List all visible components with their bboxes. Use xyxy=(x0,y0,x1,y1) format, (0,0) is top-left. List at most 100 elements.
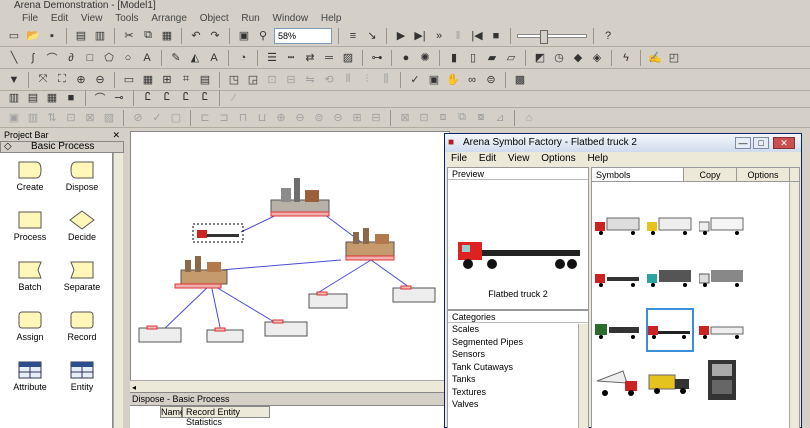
polygon-icon[interactable]: ⬠ xyxy=(101,50,117,66)
zoom-fit-icon[interactable]: ⛶ xyxy=(54,72,70,88)
module-entity[interactable]: Entity xyxy=(56,360,108,392)
menu-tools[interactable]: Tools xyxy=(115,12,138,25)
category-item[interactable]: Scales xyxy=(448,323,588,336)
submodel-icon[interactable]: ▣ xyxy=(426,72,442,88)
level-icon[interactable]: ▱ xyxy=(503,50,519,66)
distribute-icon[interactable]: ⫶ xyxy=(359,72,375,88)
sf-menu-file[interactable]: File xyxy=(451,153,467,164)
check-icon[interactable]: ✓ xyxy=(407,72,423,88)
order-5-icon[interactable]: ⧇ xyxy=(473,110,489,126)
link-icon[interactable]: ∞ xyxy=(464,72,480,88)
module-dispose[interactable]: Dispose xyxy=(56,160,108,192)
lock-icon[interactable]: ⌂ xyxy=(521,110,537,126)
same-width-icon[interactable]: ⊜ xyxy=(311,110,327,126)
path-icon[interactable]: Ꮭ xyxy=(197,90,213,106)
variable-icon[interactable]: ◩ xyxy=(532,50,548,66)
resource-icon[interactable]: ◈ xyxy=(589,50,605,66)
start-over-icon[interactable]: |◀ xyxy=(469,28,485,44)
clock-icon[interactable]: ◷ xyxy=(551,50,567,66)
new-icon[interactable]: ▭ xyxy=(6,28,22,44)
text-icon[interactable]: A xyxy=(139,50,155,66)
menu-help[interactable]: Help xyxy=(321,12,342,25)
format-8-icon[interactable]: ✓ xyxy=(149,110,165,126)
order-1-icon[interactable]: ⊠ xyxy=(397,110,413,126)
format-5-icon[interactable]: ⊠ xyxy=(82,110,98,126)
graph-icon[interactable]: ◰ xyxy=(666,50,682,66)
order-6-icon[interactable]: ⊿ xyxy=(492,110,508,126)
intersection-icon[interactable]: Ꮭ xyxy=(159,90,175,106)
polyline-icon[interactable]: ∫ xyxy=(25,50,41,66)
menu-arrange[interactable]: Arrange xyxy=(151,12,187,25)
fill-pattern-icon[interactable]: ▨ xyxy=(340,50,356,66)
scroll-left-icon[interactable]: ◂ xyxy=(132,383,136,392)
filter-icon[interactable]: ▼ xyxy=(6,72,22,88)
help-icon[interactable]: ? xyxy=(600,28,616,44)
module-create[interactable]: Create xyxy=(4,160,56,192)
bezier-icon[interactable]: ∂ xyxy=(63,50,79,66)
edit-graph-icon[interactable]: ✍ xyxy=(647,50,663,66)
print-icon[interactable]: ▤ xyxy=(73,28,89,44)
arc-icon[interactable]: ⌒ xyxy=(44,50,60,66)
undo-icon[interactable]: ↶ xyxy=(188,28,204,44)
box-icon[interactable]: □ xyxy=(82,50,98,66)
print-preview-icon[interactable]: ▥ xyxy=(92,28,108,44)
queue-icon[interactable]: ▥ xyxy=(6,90,22,106)
text-color-icon[interactable]: A xyxy=(206,50,222,66)
sf-menu-view[interactable]: View xyxy=(508,153,530,164)
zoom-select[interactable]: 58% xyxy=(274,27,332,44)
align-icon[interactable]: ⫴ xyxy=(340,72,356,88)
module-process[interactable]: Process xyxy=(4,210,56,242)
symbol-truck-1[interactable] xyxy=(594,208,642,244)
speed-slider[interactable] xyxy=(517,29,587,44)
close-button[interactable]: ✕ xyxy=(773,137,795,149)
category-item[interactable]: Segmented Pipes xyxy=(448,336,588,349)
layer-icon[interactable]: ⊜ xyxy=(483,72,499,88)
panel-header[interactable]: ◇ Basic Process xyxy=(0,141,124,153)
format-9-icon[interactable]: ▢ xyxy=(168,110,184,126)
symbol-dump-truck[interactable] xyxy=(594,364,642,400)
connect-icon[interactable]: ⊶ xyxy=(369,50,385,66)
space-v-icon[interactable]: ⊟ xyxy=(368,110,384,126)
properties-icon[interactable]: ▩ xyxy=(512,72,528,88)
symbol-flatbed-truck-2-selected[interactable] xyxy=(646,308,694,352)
symbols-scrollbar[interactable] xyxy=(789,182,799,428)
tab-symbols[interactable]: Symbols xyxy=(592,168,684,181)
symbol-truck-3[interactable] xyxy=(698,208,746,244)
format-4-icon[interactable]: ⊡ xyxy=(63,110,79,126)
symbol-truck-5[interactable] xyxy=(646,260,694,296)
category-item[interactable]: Valves xyxy=(448,398,588,411)
category-item[interactable]: Sensors xyxy=(448,348,588,361)
align-left-icon[interactable]: ⊏ xyxy=(197,110,213,126)
fill-color-icon[interactable]: ◭ xyxy=(187,50,203,66)
align-middle-icon[interactable]: ⊖ xyxy=(292,110,308,126)
menu-window[interactable]: Window xyxy=(273,12,309,25)
close-icon[interactable]: ✕ xyxy=(112,130,120,141)
format-7-icon[interactable]: ⊘ xyxy=(130,110,146,126)
station-icon[interactable]: Ꮭ xyxy=(140,90,156,106)
pause-icon[interactable]: ‖ xyxy=(450,28,466,44)
lightning-icon[interactable]: ϟ xyxy=(618,50,634,66)
format-6-icon[interactable]: ▨ xyxy=(101,110,117,126)
col-name-header[interactable]: Name xyxy=(160,406,185,418)
menu-run[interactable]: Run xyxy=(241,12,259,25)
date-icon[interactable]: ◆ xyxy=(570,50,586,66)
spreadsheet[interactable]: Name Record Entity Statistics xyxy=(130,405,450,428)
group-icon[interactable]: ⊡ xyxy=(264,72,280,88)
rulers-icon[interactable]: ▤ xyxy=(197,72,213,88)
flip-icon[interactable]: ⇋ xyxy=(302,72,318,88)
symbol-truck-2[interactable] xyxy=(646,208,694,244)
line-pattern-icon[interactable]: ═ xyxy=(321,50,337,66)
layers-icon[interactable]: ≡ xyxy=(345,28,361,44)
arrow-style-icon[interactable]: ⇄ xyxy=(302,50,318,66)
storage-icon[interactable]: ▤ xyxy=(25,90,41,106)
go-icon[interactable]: ▶ xyxy=(393,28,409,44)
module-separate[interactable]: Separate xyxy=(56,260,108,292)
symbol-truck-front[interactable] xyxy=(698,356,746,406)
bring-front-icon[interactable]: ◳ xyxy=(226,72,242,88)
wheel-icon[interactable]: ✺ xyxy=(417,50,433,66)
zoom-in-icon[interactable]: ⊕ xyxy=(73,72,89,88)
module-record[interactable]: Record xyxy=(56,310,108,342)
transporter-icon[interactable]: ■ xyxy=(63,90,79,106)
sf-menu-help[interactable]: Help xyxy=(587,153,608,164)
save-icon[interactable]: ▪ xyxy=(44,28,60,44)
